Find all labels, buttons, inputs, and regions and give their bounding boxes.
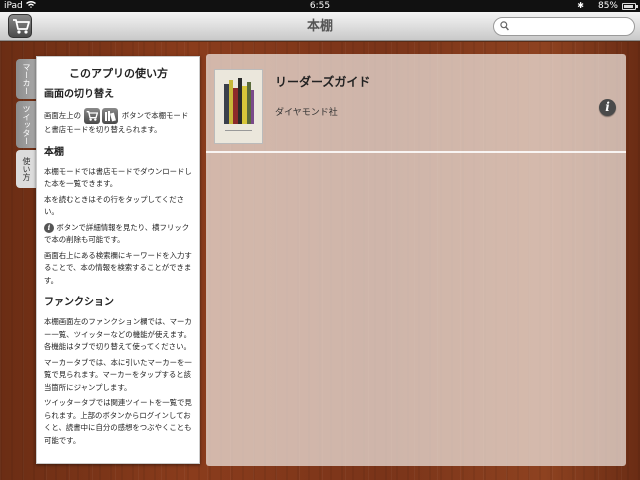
help-section-function-heading: ファンクション xyxy=(44,297,114,308)
book-cover-image xyxy=(214,69,263,144)
help-switch-text: 画面左上の ボタンで本棚モードと書店モードを切り替えられます。 xyxy=(44,108,193,137)
nav-bar: 本棚 xyxy=(0,12,640,41)
help-section-shelf-heading: 本棚 xyxy=(44,146,64,158)
book-title: リーダーズガイド xyxy=(275,75,371,89)
help-section-switch-heading: 画面の切り替え xyxy=(44,89,114,100)
status-bar: iPad 6:55 ✱ 85% xyxy=(0,0,640,12)
bookshelf-icon xyxy=(102,108,119,124)
help-shelf-p1: 本棚モードでは書店モードでダウンロードした本を一覧できます。 xyxy=(44,166,192,189)
help-function-p2: マーカータブでは、本に引いたマーカーを一覧で見られます。マーカーをタップすると該… xyxy=(44,357,192,392)
help-shelf-p3-text: ボタンで詳細情報を見たり、横フリックで本の削除も可能です。 xyxy=(44,222,190,245)
battery-percent: 85% xyxy=(597,1,618,11)
search-box[interactable] xyxy=(493,17,635,36)
search-icon xyxy=(500,21,509,31)
tab-how-to-use[interactable]: 使い方 xyxy=(16,150,36,188)
help-shelf-p2: 本を読むときはその行をタップしてください。 xyxy=(44,194,184,217)
bluetooth-icon: ✱ xyxy=(577,1,584,10)
info-icon: i xyxy=(605,100,610,114)
tab-marker[interactable]: マーカー xyxy=(16,59,36,99)
help-function-p1: 本棚画面左のファンクション欄では、マーカー一覧、ツイッターなどの機能が使えます。… xyxy=(44,317,192,351)
book-publisher: ダイヤモンド社 xyxy=(275,108,338,118)
help-switch-text-pre: 画面左上の xyxy=(44,111,81,120)
help-panel: このアプリの使い方 画面の切り替え 画面左上の ボタンで本棚モードと書店モードを… xyxy=(36,56,200,464)
tab-twitter[interactable]: ツイッター xyxy=(16,101,36,148)
info-icon: i xyxy=(44,222,54,233)
battery-fill xyxy=(624,5,633,8)
list-item[interactable]: リーダーズガイド ダイヤモンド社 i xyxy=(206,54,626,153)
bookshelf-list: リーダーズガイド ダイヤモンド社 i xyxy=(206,54,626,466)
help-function-p3: ツイッタータブでは関連ツイートを一覧で見られます。上部のボタンからログインしてお… xyxy=(44,398,192,445)
help-shelf-p3: i ボタンで詳細情報を見たり、横フリックで本の削除も可能です。 xyxy=(44,222,193,247)
info-button[interactable]: i xyxy=(599,99,616,116)
clock: 6:55 xyxy=(309,1,331,11)
help-title: このアプリの使い方 xyxy=(69,67,168,80)
help-shelf-p4: 画面右上にある検索欄にキーワードを入力することで、本の情報を検索することができま… xyxy=(44,250,192,285)
cart-icon xyxy=(84,108,101,124)
battery-icon xyxy=(622,3,638,10)
search-input[interactable] xyxy=(512,19,630,34)
